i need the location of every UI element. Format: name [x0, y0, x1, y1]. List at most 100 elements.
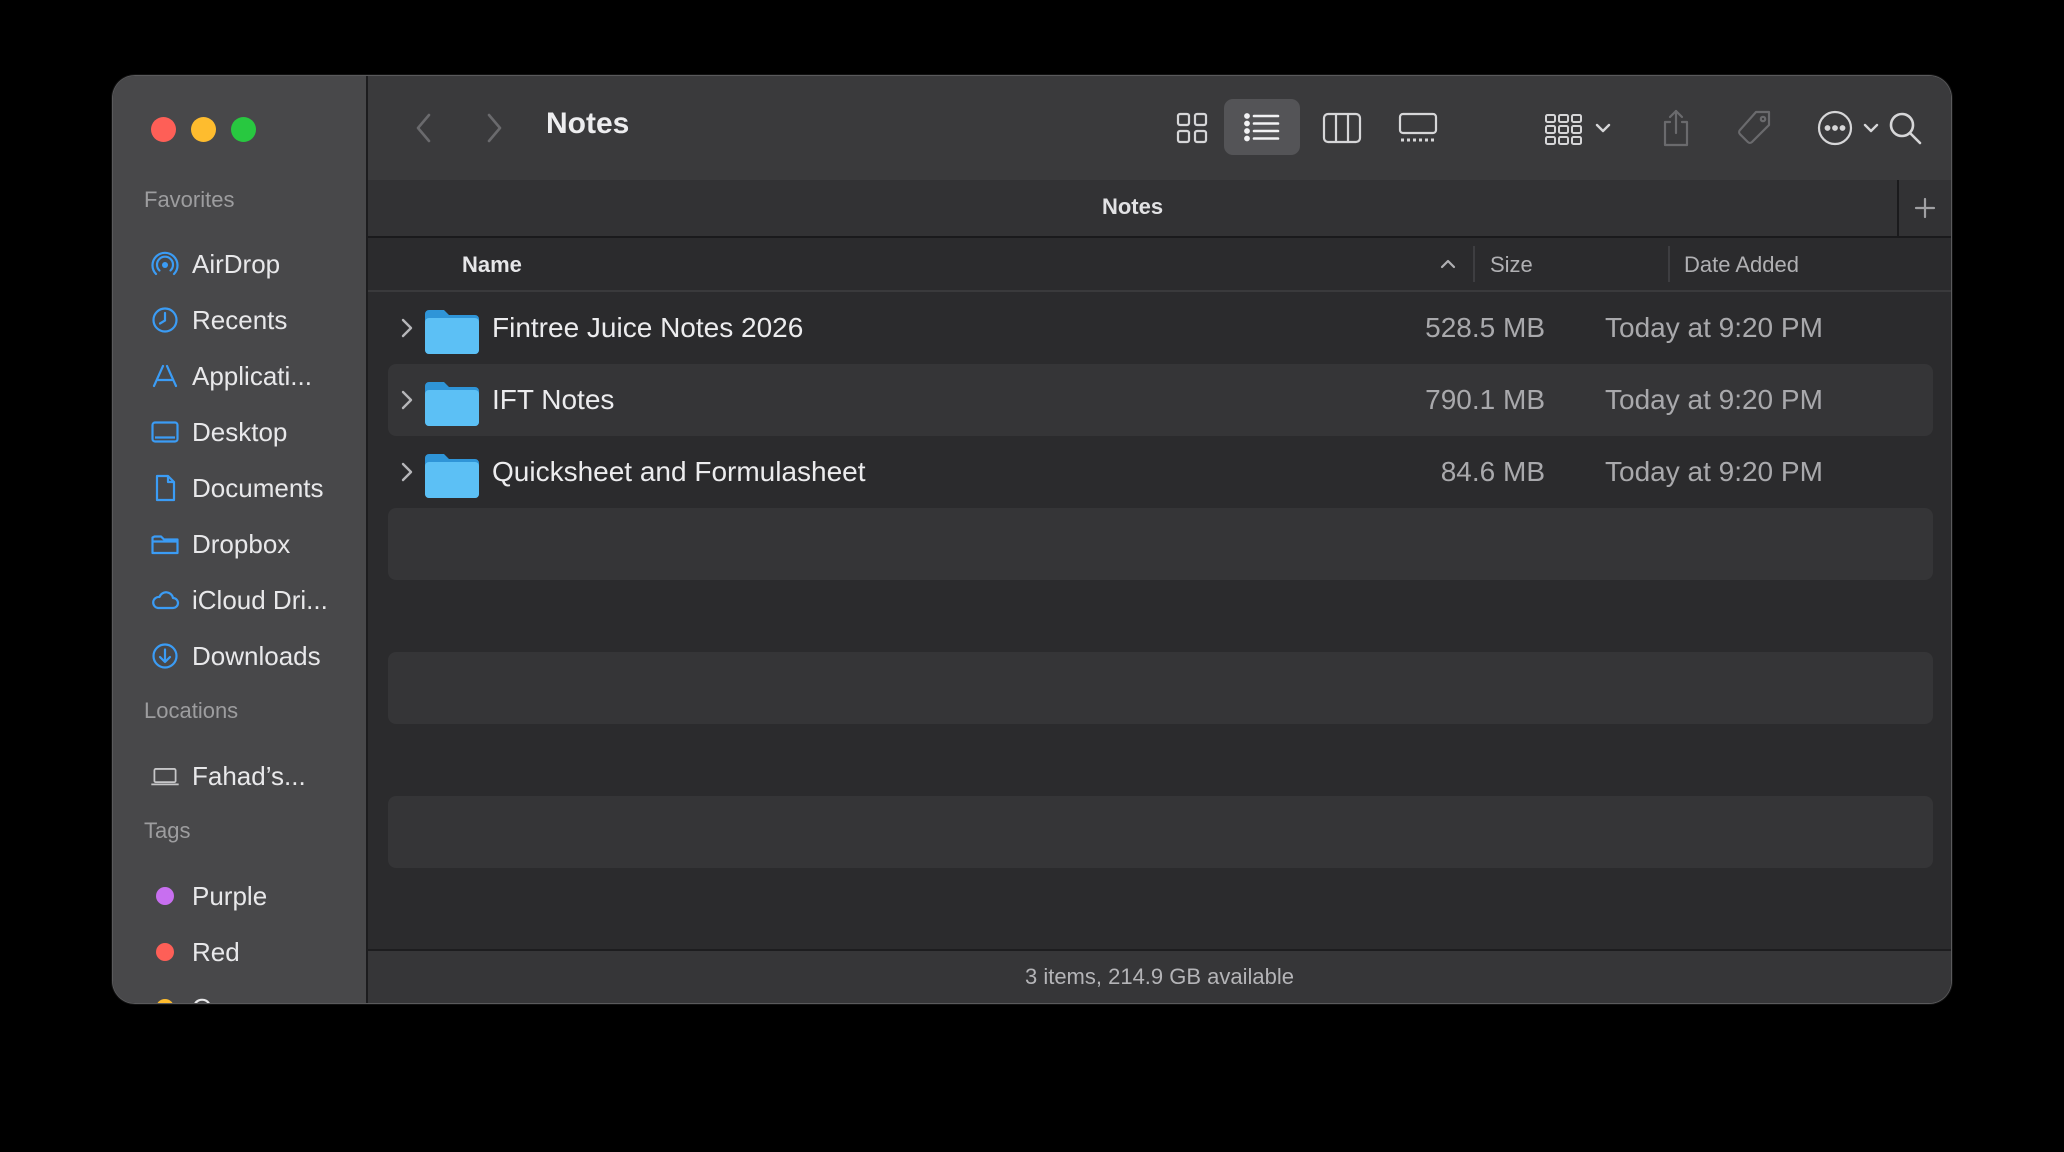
gallery-view-button[interactable] [1390, 100, 1446, 156]
sidebar-item-label: Applicati... [192, 360, 312, 391]
sidebar-item-desktop[interactable]: Desktop [150, 410, 360, 454]
window-title: Notes [546, 107, 630, 140]
columns-icon [1322, 112, 1362, 144]
file-name: IFT Notes [492, 384, 615, 415]
orange-tag-dot-icon [156, 999, 174, 1003]
sidebar-tag-purple[interactable]: Purple [150, 874, 360, 918]
close-window-button[interactable] [151, 117, 176, 142]
file-date-added: Today at 9:20 PM [1605, 456, 1823, 487]
file-size: 528.5 MB [1425, 312, 1545, 343]
group-by-button[interactable] [1538, 100, 1618, 156]
forward-button[interactable] [476, 106, 512, 150]
more-actions-button[interactable] [1808, 100, 1888, 156]
sidebar-item-label: Desktop [192, 416, 288, 447]
list-view-button[interactable] [1224, 99, 1300, 155]
back-button[interactable] [406, 106, 442, 150]
cloud-icon [150, 585, 180, 615]
empty-row [388, 796, 1933, 868]
search-button[interactable] [1877, 100, 1933, 156]
sidebar-item-dropbox[interactable]: Dropbox [150, 522, 360, 566]
download-icon [150, 641, 180, 671]
new-tab-button[interactable] [1897, 180, 1951, 236]
column-header: Name Size Date Added [368, 238, 1951, 292]
tab-bar: Notes [368, 180, 1951, 238]
folder-icon [425, 382, 479, 426]
file-date-added: Today at 9:20 PM [1605, 312, 1823, 343]
sidebar-item-label: Documents [192, 472, 324, 503]
column-view-button[interactable] [1314, 100, 1370, 156]
purple-tag-dot-icon [156, 887, 174, 905]
gallery-icon [1398, 112, 1438, 142]
laptop-icon [150, 761, 180, 791]
main-pane: Notes Notes Name Size Date Added Fintree… [368, 76, 1951, 1003]
folder-icon [425, 454, 479, 498]
document-icon [150, 473, 180, 503]
table-row[interactable]: Quicksheet and Formulasheet 84.6 MB Toda… [388, 436, 1933, 508]
favorites-heading: Favorites [144, 187, 235, 212]
sidebar-item-label: Red [192, 936, 240, 967]
column-divider [1473, 246, 1475, 282]
folder-icon [425, 310, 479, 354]
status-bar: 3 items, 214.9 GB available [368, 949, 1951, 1003]
tag-button[interactable] [1726, 100, 1782, 156]
sidebar-item-downloads[interactable]: Downloads [150, 634, 360, 678]
sidebar-item-label: Orange [192, 993, 279, 1004]
clock-icon [150, 305, 180, 335]
column-date-added-header[interactable]: Date Added [1684, 252, 1799, 278]
search-icon [1889, 112, 1922, 145]
status-text: 3 items, 214.9 GB available [1024, 964, 1295, 989]
folder-icon [150, 529, 180, 559]
sort-ascending-icon [1440, 259, 1456, 269]
sidebar: Favorites AirDrop Recents Applicati... D… [113, 76, 368, 1003]
file-size: 790.1 MB [1425, 384, 1545, 415]
tag-icon [1738, 110, 1771, 144]
locations-heading: Locations [144, 698, 239, 723]
column-name-header[interactable]: Name [462, 252, 522, 278]
sidebar-item-icloud-drive[interactable]: iCloud Dri... [150, 578, 360, 622]
table-row[interactable]: IFT Notes 790.1 MB Today at 9:20 PM [388, 364, 1933, 436]
icon-view-button[interactable] [1164, 100, 1220, 156]
disclosure-chevron-icon [401, 390, 413, 410]
chevron-right-icon [487, 113, 502, 143]
tab-notes[interactable]: Notes [368, 194, 1897, 220]
table-row[interactable]: Fintree Juice Notes 2026 528.5 MB Today … [388, 292, 1933, 364]
file-size: 84.6 MB [1440, 456, 1545, 487]
column-size-header[interactable]: Size [1490, 252, 1533, 278]
desktop-icon [150, 417, 180, 447]
chevron-left-icon [416, 113, 431, 143]
sidebar-item-label: Recents [192, 304, 288, 335]
sidebar-tag-red[interactable]: Red [150, 930, 360, 974]
disclosure-chevron-icon [401, 318, 413, 338]
sidebar-item-applications[interactable]: Applicati... [150, 354, 360, 398]
column-divider [1668, 246, 1670, 282]
disclosure-chevron-icon [401, 462, 413, 482]
minimize-window-button[interactable] [191, 117, 216, 142]
share-button[interactable] [1648, 100, 1704, 156]
ellipsis-circle-icon [1817, 110, 1853, 146]
sidebar-item-label: iCloud Dri... [192, 584, 328, 615]
airdrop-icon [150, 249, 180, 279]
group-grid-icon [1545, 114, 1582, 145]
grid-icon [1176, 112, 1208, 144]
sidebar-item-airdrop[interactable]: AirDrop [150, 242, 360, 286]
sidebar-item-documents[interactable]: Documents [150, 466, 360, 510]
tags-heading: Tags [144, 818, 191, 843]
file-date-added: Today at 9:20 PM [1605, 384, 1823, 415]
toolbar: Notes [368, 76, 1951, 180]
share-icon [1663, 109, 1689, 147]
finder-window: Favorites AirDrop Recents Applicati... D… [113, 76, 1951, 1003]
empty-row [388, 508, 1933, 580]
sidebar-item-recents[interactable]: Recents [150, 298, 360, 342]
sidebar-item-label: Dropbox [192, 528, 291, 559]
red-tag-dot-icon [156, 943, 174, 961]
sidebar-tag-orange[interactable]: Orange [150, 986, 360, 1003]
sidebar-item-label: AirDrop [192, 248, 281, 279]
zoom-window-button[interactable] [231, 117, 256, 142]
plus-icon [1914, 197, 1936, 219]
sidebar-item-label: Downloads [192, 640, 321, 671]
applications-icon [150, 361, 180, 391]
sidebar-item-label: Purple [192, 880, 268, 911]
file-name: Quicksheet and Formulasheet [492, 456, 866, 487]
sidebar-item-macbook[interactable]: Fahad’s... [150, 754, 360, 798]
chevron-down-icon [1595, 123, 1611, 133]
